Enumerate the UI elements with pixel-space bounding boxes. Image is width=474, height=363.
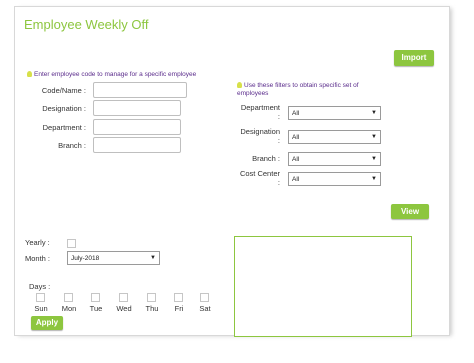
employee-list-box — [234, 236, 412, 337]
dropdown-arrow-icon: ▼ — [371, 110, 377, 116]
view-button[interactable]: View — [391, 204, 429, 219]
branch-label: Branch : — [58, 141, 86, 150]
branch-select[interactable]: All ▼ — [288, 152, 381, 166]
yearly-label: Yearly : — [25, 238, 50, 247]
right-branch-label: Branch : — [252, 154, 280, 163]
right-department-label: Department: — [240, 103, 280, 121]
right-filter-hint: Use these filters to obtain specific set… — [237, 82, 359, 97]
day-label-sat: Sat — [199, 304, 211, 313]
page-title: Employee Weekly Off — [24, 17, 149, 32]
day-checkbox-wed[interactable] — [119, 293, 128, 302]
month-label: Month : — [25, 254, 51, 263]
cost-center-select[interactable]: All ▼ — [288, 172, 381, 186]
department-input[interactable] — [93, 119, 181, 135]
yearly-checkbox[interactable] — [67, 239, 76, 248]
dropdown-arrow-icon: ▼ — [371, 156, 377, 162]
day-label-wed: Wed — [116, 304, 132, 313]
code-name-label: Code/Name : — [41, 86, 86, 95]
month-select[interactable]: July-2018 ▼ — [67, 251, 160, 265]
day-label-fri: Fri — [174, 304, 184, 313]
cost-center-label: Cost Center: — [239, 169, 280, 187]
day-checkbox-sun[interactable] — [36, 293, 45, 302]
designation-input[interactable] — [93, 100, 181, 116]
import-button[interactable]: Import — [394, 50, 434, 66]
right-designation-label: Designation: — [240, 127, 280, 145]
weekly-off-panel: Employee Weekly Off Import Enter employe… — [14, 6, 450, 337]
dropdown-arrow-icon: ▼ — [371, 176, 377, 182]
apply-button[interactable]: Apply — [31, 316, 63, 330]
lightbulb-icon — [27, 71, 32, 77]
dropdown-arrow-icon: ▼ — [371, 134, 377, 140]
day-label-mon: Mon — [61, 304, 77, 313]
department-label: Department : — [42, 123, 86, 132]
day-label-tue: Tue — [89, 304, 103, 313]
designation-select[interactable]: All ▼ — [288, 130, 381, 144]
dropdown-arrow-icon: ▼ — [150, 255, 156, 261]
day-label-sun: Sun — [34, 304, 48, 313]
days-label: Days : — [29, 282, 51, 291]
lightbulb-icon — [237, 82, 242, 88]
code-name-input[interactable] — [93, 82, 187, 98]
department-select[interactable]: All ▼ — [288, 106, 381, 120]
branch-input[interactable] — [93, 137, 181, 153]
designation-label: Designation : — [42, 104, 86, 113]
left-filter-hint: Enter employee code to manage for a spec… — [27, 71, 196, 79]
day-checkbox-mon[interactable] — [64, 293, 73, 302]
day-checkbox-sat[interactable] — [200, 293, 209, 302]
day-checkbox-thu[interactable] — [147, 293, 156, 302]
day-checkbox-fri[interactable] — [174, 293, 183, 302]
day-checkbox-tue[interactable] — [91, 293, 100, 302]
day-label-thu: Thu — [145, 304, 159, 313]
